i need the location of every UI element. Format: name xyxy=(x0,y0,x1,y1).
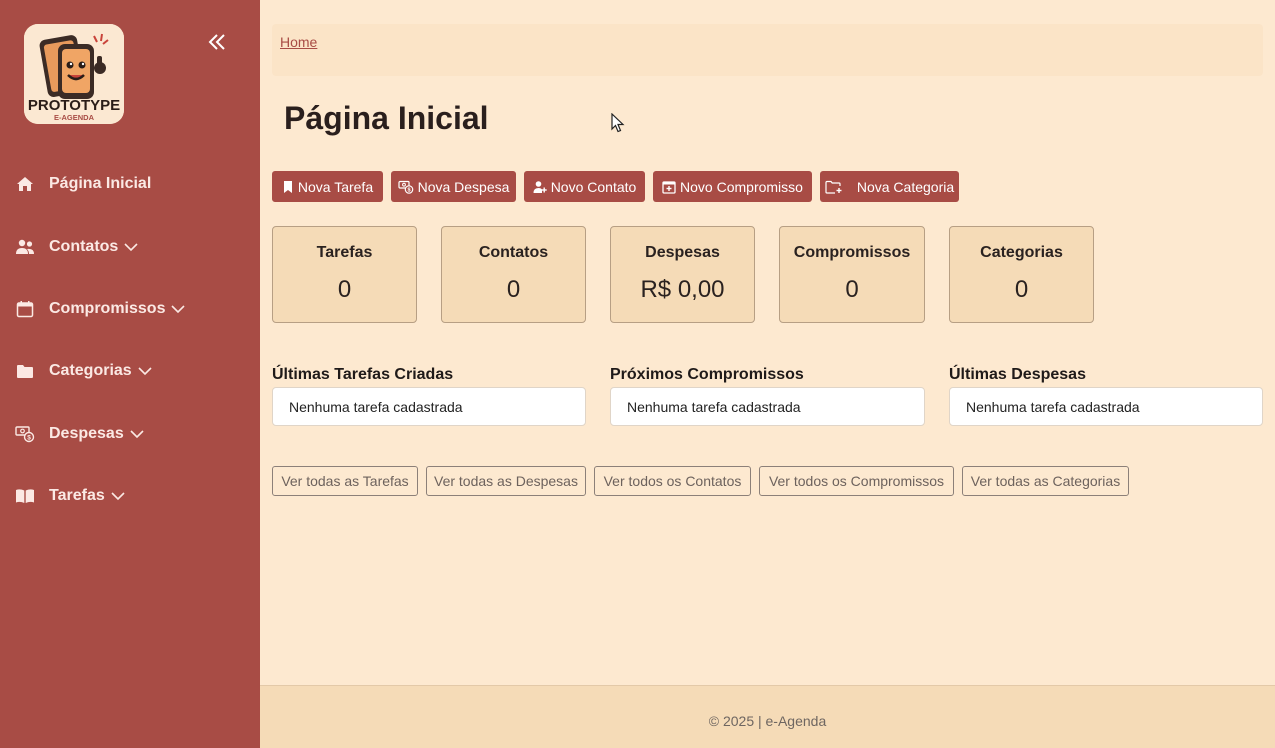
stat-title: Tarefas xyxy=(316,244,373,261)
app-logo[interactable]: PROTOTYPE E-AGENDA xyxy=(24,24,124,124)
empty-message: Nenhuma tarefa cadastrada xyxy=(627,399,801,415)
stat-value: 0 xyxy=(1014,276,1029,303)
footer-copyright: © 2025 | e-Agenda xyxy=(708,713,827,729)
svg-text:$: $ xyxy=(407,187,410,193)
sidebar-item-label: Página Inicial xyxy=(49,175,152,192)
chevron-down-icon xyxy=(111,492,125,500)
nova-categoria-button[interactable]: Nova Categoria xyxy=(820,171,959,202)
nova-despesa-button[interactable]: $ Nova Despesa xyxy=(391,171,516,202)
stat-title: Despesas xyxy=(645,244,720,261)
sidebar-item-pagina-inicial[interactable]: Página Inicial xyxy=(0,164,260,204)
page-title: Página Inicial xyxy=(284,100,489,136)
stat-value: 0 xyxy=(845,276,859,303)
ver-todas-tarefas-button[interactable]: Ver todas as Tarefas xyxy=(272,466,418,496)
chevron-double-left-icon xyxy=(208,34,225,50)
bookmark-icon xyxy=(283,180,292,193)
folder-icon xyxy=(14,360,36,382)
footer: © 2025 | e-Agenda xyxy=(260,685,1275,748)
nova-tarefa-button[interactable]: Nova Tarefa xyxy=(272,171,383,202)
breadcrumb-home-link[interactable]: Home xyxy=(280,34,317,50)
section-title-ultimas-despesas: Últimas Despesas xyxy=(949,366,1086,383)
book-icon xyxy=(14,485,36,507)
stat-title: Compromissos xyxy=(793,244,911,261)
collapse-sidebar-button[interactable] xyxy=(204,30,230,56)
calendar-plus-icon xyxy=(662,180,676,194)
sidebar: PROTOTYPE E-AGENDA Página Inicial Contat… xyxy=(0,0,260,748)
stat-value: 0 xyxy=(337,276,352,303)
stat-card-categorias: Categorias 0 xyxy=(949,226,1094,323)
sidebar-item-label: Compromissos xyxy=(49,300,166,317)
breadcrumb: Home xyxy=(272,24,1263,76)
empty-message: Nenhuma tarefa cadastrada xyxy=(966,399,1140,415)
stat-title: Contatos xyxy=(478,244,549,261)
stat-title: Categorias xyxy=(980,244,1063,261)
ver-todas-despesas-button[interactable]: Ver todas as Despesas xyxy=(426,466,586,496)
stat-card-despesas: Despesas R$ 0,00 xyxy=(610,226,755,323)
chevron-down-icon xyxy=(130,430,144,438)
chevron-down-icon xyxy=(124,243,138,251)
list-ultimas-tarefas: Nenhuma tarefa cadastrada xyxy=(272,387,586,426)
sidebar-item-despesas[interactable]: $ Despesas xyxy=(0,414,260,454)
ver-todas-categorias-button[interactable]: Ver todas as Categorias xyxy=(962,466,1129,496)
sidebar-item-categorias[interactable]: Categorias xyxy=(0,351,260,391)
calendar-icon xyxy=(14,298,36,320)
ver-todos-compromissos-button[interactable]: Ver todos os Compromissos xyxy=(759,466,954,496)
ver-todos-contatos-button[interactable]: Ver todos os Contatos xyxy=(594,466,751,496)
home-icon xyxy=(14,173,36,195)
stat-card-tarefas: Tarefas 0 xyxy=(272,226,417,323)
empty-message: Nenhuma tarefa cadastrada xyxy=(289,399,463,415)
novo-contato-button[interactable]: Novo Contato xyxy=(524,171,645,202)
section-title-proximos-compromissos: Próximos Compromissos xyxy=(610,366,804,383)
novo-compromisso-button[interactable]: Novo Compromisso xyxy=(653,171,812,202)
users-icon xyxy=(14,236,36,258)
svg-text:PROTOTYPE: PROTOTYPE xyxy=(28,97,120,114)
mouse-cursor-icon xyxy=(611,113,625,133)
cash-coin-icon: $ xyxy=(14,423,36,445)
sidebar-item-compromissos[interactable]: Compromissos xyxy=(0,289,260,329)
sidebar-item-tarefas[interactable]: Tarefas xyxy=(0,476,260,516)
cash-coin-icon: $ xyxy=(397,180,413,194)
list-ultimas-despesas: Nenhuma tarefa cadastrada xyxy=(949,387,1263,426)
stat-card-contatos: Contatos 0 xyxy=(441,226,586,323)
stat-value: R$ 0,00 xyxy=(640,276,725,303)
svg-text:E-AGENDA: E-AGENDA xyxy=(54,113,95,122)
section-title-ultimas-tarefas: Últimas Tarefas Criadas xyxy=(272,366,454,383)
logo-mascot-icon: PROTOTYPE E-AGENDA xyxy=(24,24,124,124)
list-proximos-compromissos: Nenhuma tarefa cadastrada xyxy=(610,387,925,426)
sidebar-item-label: Tarefas xyxy=(49,487,105,504)
sidebar-item-label: Despesas xyxy=(49,425,124,442)
folder-plus-icon xyxy=(825,180,842,194)
chevron-down-icon xyxy=(138,367,152,375)
chevron-down-icon xyxy=(171,305,186,313)
stat-value: 0 xyxy=(506,276,521,303)
sidebar-item-label: Categorias xyxy=(49,362,132,379)
person-plus-icon xyxy=(533,180,547,193)
sidebar-item-contatos[interactable]: Contatos xyxy=(0,227,260,267)
stat-card-compromissos: Compromissos 0 xyxy=(779,226,925,323)
sidebar-item-label: Contatos xyxy=(49,238,119,255)
svg-text:$: $ xyxy=(27,435,31,442)
